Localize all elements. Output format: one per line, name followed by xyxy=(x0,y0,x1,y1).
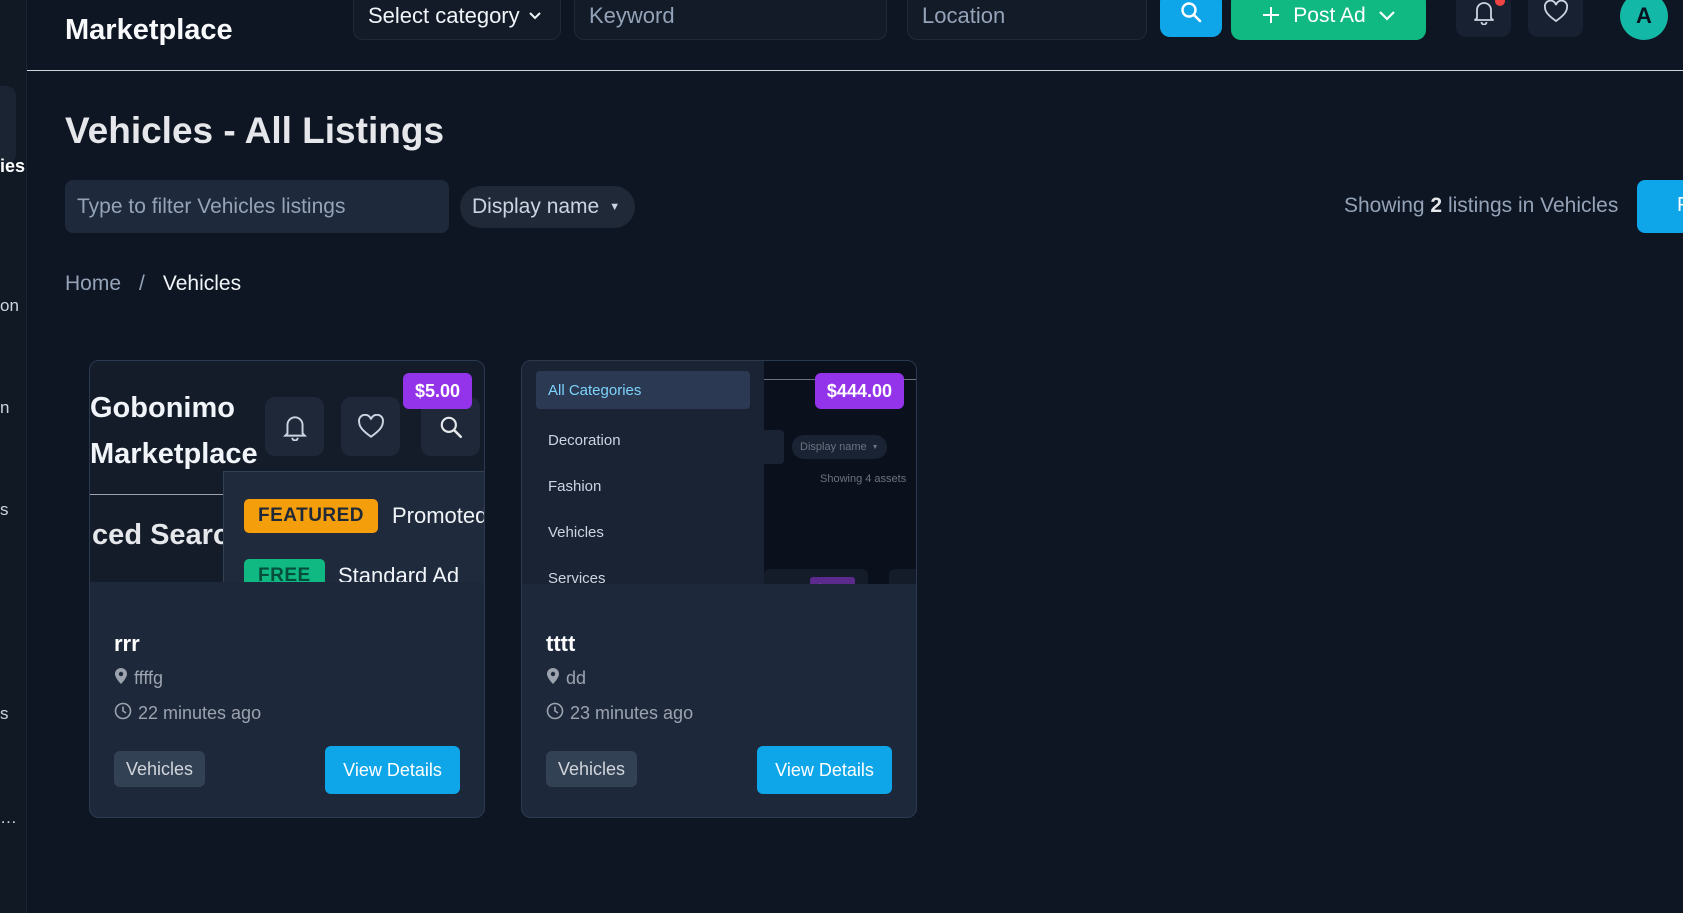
listing-time-text: 22 minutes ago xyxy=(138,703,262,723)
search-icon xyxy=(1179,0,1203,29)
thumbnail-sort: Display name ▼ xyxy=(792,435,887,459)
listing-location: ffffg xyxy=(114,667,163,690)
category-select-label: Select category xyxy=(368,3,520,28)
sidebar-active-highlight xyxy=(0,86,16,164)
price-badge: $444.00 xyxy=(814,373,904,409)
thumbnail-input-fragment xyxy=(764,430,784,464)
location-input-wrap xyxy=(907,0,1147,40)
post-ad-button[interactable]: Post Ad xyxy=(1231,0,1426,40)
keyword-input[interactable] xyxy=(589,3,872,29)
caret-down-icon: ▼ xyxy=(609,201,621,213)
results-number: 2 xyxy=(1430,194,1443,217)
thumbnail-divider xyxy=(90,494,240,495)
chevron-down-icon xyxy=(1378,4,1396,28)
thumbnail-category-menu: All Categories Decoration Fashion Vehicl… xyxy=(522,361,764,602)
breadcrumb-home[interactable]: Home xyxy=(65,272,121,296)
clock-icon xyxy=(114,702,132,725)
thumbnail-heading: iced Searc xyxy=(90,519,230,551)
bell-icon xyxy=(1472,0,1496,30)
featured-text: Promoted xyxy=(392,503,485,528)
listing-card[interactable]: All Categories Decoration Fashion Vehicl… xyxy=(521,360,917,818)
heart-icon xyxy=(341,397,400,456)
listing-time: 23 minutes ago xyxy=(546,702,693,725)
thumbnail-results-count: Showing 4 assets xyxy=(820,473,907,485)
location-input[interactable] xyxy=(922,3,1132,29)
map-pin-icon xyxy=(546,667,560,690)
sidebar-item-3[interactable]: n xyxy=(0,398,9,418)
notifications-button[interactable] xyxy=(1456,0,1511,37)
breadcrumb-separator: / xyxy=(139,272,145,295)
listing-card[interactable]: Gobonimo Marketplace iced Searc FEATURED… xyxy=(89,360,485,818)
sidebar-item-categories[interactable]: ies xyxy=(0,156,25,177)
thumbnail-brand: Gobonimo Marketplace xyxy=(90,385,258,477)
sidebar-more[interactable]: … xyxy=(0,808,18,828)
breadcrumb-current: Vehicles xyxy=(162,272,242,295)
breadcrumb: Home / Vehicles xyxy=(65,272,241,296)
sidebar-item-2[interactable]: on xyxy=(0,296,19,316)
thumbnail-menu-item: Vehicles xyxy=(548,523,604,541)
sidebar-item-4[interactable]: s xyxy=(0,500,9,520)
notification-dot xyxy=(1495,0,1505,6)
thumbnail-brand-line1: Gobonimo xyxy=(90,392,235,424)
chevron-down-icon xyxy=(528,8,542,24)
thumbnail-menu-item: All Categories xyxy=(536,371,750,409)
featured-badge: FEATURED xyxy=(244,499,379,533)
view-details-button[interactable]: View Details xyxy=(757,746,892,794)
results-suffix: listings in Vehicles xyxy=(1447,194,1619,217)
listing-title[interactable]: rrr xyxy=(114,631,140,657)
thumbnail-menu-item: Fashion xyxy=(548,477,602,495)
listing-location-text: ffffg xyxy=(134,668,164,688)
sidebar: ies on n s s … xyxy=(0,0,27,913)
price-badge: $5.00 xyxy=(402,373,472,409)
category-tag[interactable]: Vehicles xyxy=(114,751,206,787)
caret-down-icon: ▼ xyxy=(871,443,879,451)
post-ad-label: Post Ad xyxy=(1293,4,1366,27)
thumbnail-sort-label: Display name xyxy=(800,441,867,453)
listing-time: 22 minutes ago xyxy=(114,702,261,725)
listing-location: dd xyxy=(546,667,586,690)
bell-icon xyxy=(265,397,324,456)
sort-select[interactable]: Display name ▼ xyxy=(460,186,635,228)
listing-time-text: 23 minutes ago xyxy=(570,703,694,723)
map-pin-icon xyxy=(114,667,128,690)
listing-location-text: dd xyxy=(566,668,587,688)
results-count: Showing 2 listings in Vehicles xyxy=(1344,194,1618,218)
clock-icon xyxy=(546,702,564,725)
page-title: Vehicles - All Listings xyxy=(65,110,445,151)
view-details-button[interactable]: View Details xyxy=(325,746,460,794)
thumbnail-fade xyxy=(522,584,916,602)
user-avatar[interactable]: A xyxy=(1620,0,1668,40)
category-select[interactable]: Select category xyxy=(353,0,561,40)
right-action-button[interactable]: F xyxy=(1637,180,1683,233)
keyword-input-wrap xyxy=(574,0,887,40)
sidebar-item-5[interactable]: s xyxy=(0,704,9,724)
top-navbar: Marketplace Select category Post Ad xyxy=(27,0,1683,71)
thumbnail-menu-item: Decoration xyxy=(548,431,621,449)
listing-title[interactable]: tttt xyxy=(546,631,575,657)
sort-select-label: Display name xyxy=(472,195,600,218)
filter-input[interactable] xyxy=(77,194,437,219)
thumbnail-fade xyxy=(90,582,484,602)
filter-input-wrap xyxy=(65,180,449,233)
search-button[interactable] xyxy=(1160,0,1222,37)
category-tag[interactable]: Vehicles xyxy=(546,751,638,787)
favorites-button[interactable] xyxy=(1528,0,1583,37)
brand-logo[interactable]: Marketplace xyxy=(65,14,233,47)
heart-icon xyxy=(1543,0,1569,29)
results-prefix: Showing xyxy=(1344,194,1425,217)
plus-icon xyxy=(1261,1,1281,31)
